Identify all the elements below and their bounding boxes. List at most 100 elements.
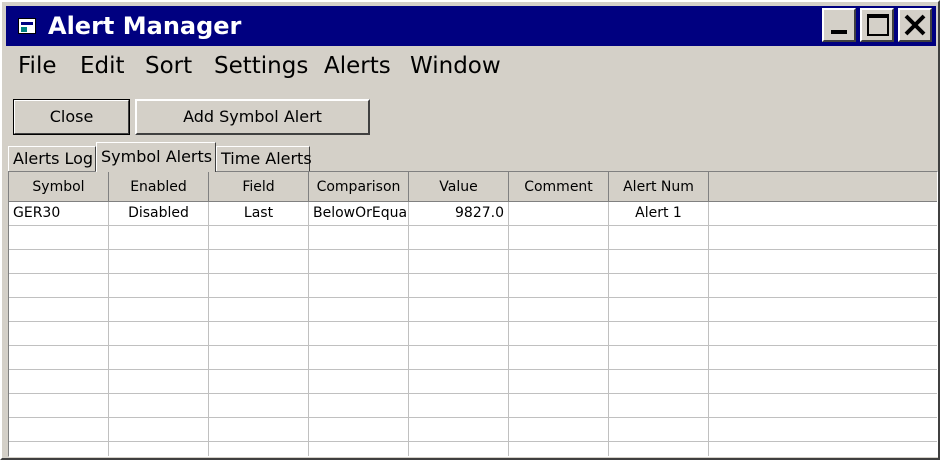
empty-cell[interactable]	[209, 274, 309, 297]
empty-cell[interactable]	[409, 250, 509, 273]
empty-cell[interactable]	[109, 346, 209, 369]
empty-cell[interactable]	[109, 226, 209, 249]
cell-value[interactable]: 9827.0	[409, 202, 509, 225]
empty-row[interactable]	[9, 394, 937, 418]
add-symbol-alert-button[interactable]: Add Symbol Alert	[135, 99, 370, 135]
empty-cell[interactable]	[309, 250, 409, 273]
close-window-button[interactable]	[898, 8, 932, 42]
empty-cell[interactable]	[309, 370, 409, 393]
empty-cell[interactable]	[109, 322, 209, 345]
empty-cell[interactable]	[309, 226, 409, 249]
empty-row[interactable]	[9, 370, 937, 394]
column-header-value[interactable]: Value	[409, 172, 509, 202]
empty-cell[interactable]	[309, 274, 409, 297]
empty-cell[interactable]	[209, 394, 309, 417]
cell-alert-num[interactable]: Alert 1	[609, 202, 709, 225]
empty-cell[interactable]	[209, 370, 309, 393]
empty-cell[interactable]	[9, 370, 109, 393]
empty-cell[interactable]	[9, 274, 109, 297]
minimize-button[interactable]	[822, 8, 856, 42]
empty-cell[interactable]	[309, 442, 409, 456]
empty-cell[interactable]	[209, 346, 309, 369]
empty-cell[interactable]	[609, 442, 709, 456]
empty-cell[interactable]	[709, 250, 937, 273]
empty-cell[interactable]	[709, 346, 937, 369]
menu-edit[interactable]: Edit	[80, 52, 125, 80]
empty-cell[interactable]	[409, 442, 509, 456]
empty-cell[interactable]	[709, 322, 937, 345]
empty-cell[interactable]	[309, 298, 409, 321]
cell-symbol[interactable]: GER30	[9, 202, 109, 225]
menu-settings[interactable]: Settings	[214, 52, 308, 80]
empty-cell[interactable]	[709, 418, 937, 441]
empty-cell[interactable]	[609, 370, 709, 393]
empty-row[interactable]	[9, 346, 937, 370]
empty-cell[interactable]	[609, 322, 709, 345]
empty-cell[interactable]	[609, 418, 709, 441]
cell-enabled[interactable]: Disabled	[109, 202, 209, 225]
title-bar[interactable]: Alert Manager	[6, 6, 936, 46]
empty-cell[interactable]	[109, 298, 209, 321]
empty-cell[interactable]	[109, 250, 209, 273]
empty-cell[interactable]	[509, 394, 609, 417]
empty-cell[interactable]	[109, 394, 209, 417]
menu-window[interactable]: Window	[410, 52, 501, 80]
symbol-alerts-grid[interactable]: Symbol Enabled Field Comparison Value Co…	[8, 171, 938, 457]
empty-cell[interactable]	[109, 274, 209, 297]
empty-row[interactable]	[9, 418, 937, 442]
empty-cell[interactable]	[509, 442, 609, 456]
empty-cell[interactable]	[209, 226, 309, 249]
empty-row[interactable]	[9, 442, 937, 456]
empty-cell[interactable]	[509, 298, 609, 321]
empty-cell[interactable]	[609, 298, 709, 321]
empty-cell[interactable]	[709, 394, 937, 417]
column-header-field[interactable]: Field	[209, 172, 309, 202]
empty-cell[interactable]	[709, 298, 937, 321]
tab-symbol-alerts[interactable]: Symbol Alerts	[96, 142, 216, 172]
empty-cell[interactable]	[409, 226, 509, 249]
empty-cell[interactable]	[409, 298, 509, 321]
empty-cell[interactable]	[209, 298, 309, 321]
empty-cell[interactable]	[509, 418, 609, 441]
empty-cell[interactable]	[709, 226, 937, 249]
empty-cell[interactable]	[409, 418, 509, 441]
column-header-comparison[interactable]: Comparison	[309, 172, 409, 202]
empty-cell[interactable]	[409, 274, 509, 297]
empty-cell[interactable]	[9, 346, 109, 369]
empty-cell[interactable]	[9, 250, 109, 273]
empty-cell[interactable]	[609, 346, 709, 369]
close-button[interactable]: Close	[13, 99, 130, 135]
table-row[interactable]: GER30 Disabled Last BelowOrEqual 9827.0 …	[9, 202, 937, 226]
empty-cell[interactable]	[9, 298, 109, 321]
cell-comparison[interactable]: BelowOrEqual	[309, 202, 409, 225]
empty-cell[interactable]	[109, 442, 209, 456]
empty-cell[interactable]	[309, 394, 409, 417]
empty-cell[interactable]	[309, 346, 409, 369]
column-header-alert-num[interactable]: Alert Num	[609, 172, 709, 202]
empty-cell[interactable]	[609, 274, 709, 297]
empty-cell[interactable]	[509, 346, 609, 369]
empty-cell[interactable]	[9, 418, 109, 441]
empty-cell[interactable]	[309, 418, 409, 441]
empty-cell[interactable]	[609, 250, 709, 273]
empty-cell[interactable]	[509, 226, 609, 249]
empty-cell[interactable]	[109, 370, 209, 393]
column-header-comment[interactable]: Comment	[509, 172, 609, 202]
empty-cell[interactable]	[9, 442, 109, 456]
menu-sort[interactable]: Sort	[145, 52, 192, 80]
empty-row[interactable]	[9, 250, 937, 274]
empty-cell[interactable]	[9, 226, 109, 249]
empty-cell[interactable]	[509, 370, 609, 393]
empty-cell[interactable]	[509, 250, 609, 273]
empty-cell[interactable]	[409, 346, 509, 369]
maximize-button[interactable]	[860, 8, 894, 42]
menu-alerts[interactable]: Alerts	[324, 52, 391, 80]
empty-cell[interactable]	[709, 370, 937, 393]
empty-row[interactable]	[9, 274, 937, 298]
empty-cell[interactable]	[709, 274, 937, 297]
empty-cell[interactable]	[409, 322, 509, 345]
empty-cell[interactable]	[9, 322, 109, 345]
empty-cell[interactable]	[209, 442, 309, 456]
empty-row[interactable]	[9, 226, 937, 250]
empty-cell[interactable]	[409, 370, 509, 393]
